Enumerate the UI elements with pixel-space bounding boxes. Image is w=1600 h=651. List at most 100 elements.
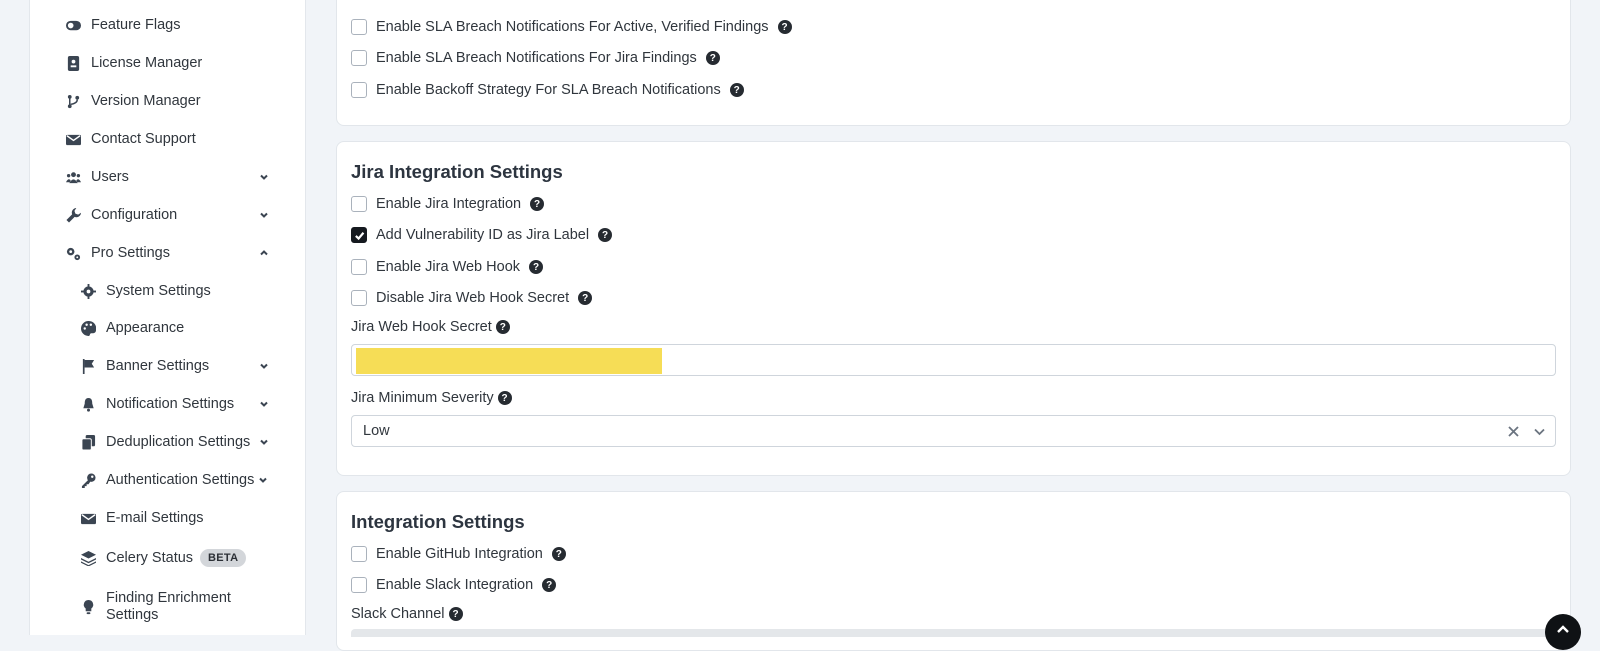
checkbox-label: Enable SLA Breach Notifications For Acti… <box>376 19 769 35</box>
slack-channel-input[interactable] <box>351 629 1556 637</box>
section-title: Integration Settings <box>351 511 525 532</box>
checkbox[interactable] <box>351 546 367 562</box>
sidebar-item-contact-support[interactable]: Contact Support <box>30 124 305 154</box>
copy-icon <box>80 434 96 450</box>
sla-settings-card: Enable SLA Breach Notifications For Acti… <box>336 0 1571 126</box>
enable-slack-integration-row[interactable]: Enable Slack Integration ? <box>351 575 557 595</box>
sidebar-item-feature-flags[interactable]: Feature Flags <box>30 10 305 40</box>
gear-icon <box>80 283 96 299</box>
layers-icon <box>80 550 96 566</box>
sla-backoff-strategy-row[interactable]: Enable Backoff Strategy For SLA Breach N… <box>351 80 744 100</box>
checkbox-label: Disable Jira Web Hook Secret <box>376 290 570 306</box>
sidebar-item-label: License Manager <box>91 55 203 71</box>
checkmark-icon <box>354 231 364 240</box>
web-hook-secret-input[interactable] <box>351 344 1556 376</box>
section-title: Jira Integration Settings <box>351 161 563 182</box>
sidebar-item-label: Configuration <box>91 207 178 223</box>
help-icon[interactable]: ? <box>777 20 792 34</box>
envelope-icon <box>80 510 96 526</box>
branch-icon <box>65 93 81 109</box>
sidebar-item-pro-settings[interactable]: Pro Settings <box>30 238 305 268</box>
chevron-down-icon <box>257 474 269 486</box>
sidebar-item-celery-status[interactable]: Celery Status BETA <box>30 543 305 573</box>
envelope-icon <box>65 131 81 147</box>
chevron-down-icon <box>258 360 270 372</box>
checkbox-label: Enable Backoff Strategy For SLA Breach N… <box>376 82 721 98</box>
sidebar-item-label: System Settings <box>106 283 211 299</box>
sidebar-item-license-manager[interactable]: License Manager <box>30 48 305 78</box>
key-icon <box>80 472 96 488</box>
chevron-down-icon <box>258 398 270 410</box>
checkbox[interactable] <box>351 577 367 593</box>
sidebar-item-label: Feature Flags <box>91 17 181 33</box>
field-label-text: Jira Web Hook Secret <box>351 319 492 335</box>
checkbox[interactable] <box>351 196 367 212</box>
web-hook-secret-label: Jira Web Hook Secret ? <box>351 319 510 335</box>
sla-active-verified-row[interactable]: Enable SLA Breach Notifications For Acti… <box>351 17 792 37</box>
chevron-down-icon <box>258 436 270 448</box>
users-icon <box>65 169 81 185</box>
sla-jira-findings-row[interactable]: Enable SLA Breach Notifications For Jira… <box>351 48 720 68</box>
add-vulnerability-id-row[interactable]: Add Vulnerability ID as Jira Label ? <box>351 225 613 245</box>
help-icon[interactable]: ? <box>598 228 613 242</box>
sidebar-item-finding-enrichment-settings[interactable]: Finding Enrichment Settings <box>30 587 305 627</box>
help-icon[interactable]: ? <box>551 547 566 561</box>
sidebar-item-label: E-mail Settings <box>106 510 204 526</box>
sidebar-item-label: Appearance <box>106 320 185 336</box>
sidebar: Feature Flags License Manager Version Ma… <box>29 0 306 635</box>
checkbox[interactable] <box>351 19 367 35</box>
sidebar-item-email-settings[interactable]: E-mail Settings <box>30 503 305 533</box>
help-icon[interactable]: ? <box>495 320 510 334</box>
checkbox-label: Enable GitHub Integration <box>376 546 543 562</box>
help-icon[interactable]: ? <box>729 83 744 97</box>
checkbox-checked[interactable] <box>351 227 367 243</box>
sidebar-item-label: Users <box>91 169 129 185</box>
help-icon[interactable]: ? <box>705 51 720 65</box>
chevron-down-icon <box>258 209 270 221</box>
jira-integration-card: Jira Integration Settings Enable Jira In… <box>336 141 1571 476</box>
sidebar-item-authentication-settings[interactable]: Authentication Settings <box>30 465 305 495</box>
help-icon[interactable]: ? <box>530 197 545 211</box>
checkbox[interactable] <box>351 50 367 66</box>
sidebar-item-appearance[interactable]: Appearance <box>30 313 305 343</box>
sidebar-item-notification-settings[interactable]: Notification Settings <box>30 389 305 419</box>
help-icon[interactable]: ? <box>578 291 593 305</box>
help-icon[interactable]: ? <box>448 607 463 621</box>
checkbox[interactable] <box>351 82 367 98</box>
help-icon[interactable]: ? <box>497 391 512 405</box>
sidebar-item-label: Pro Settings <box>91 245 170 261</box>
sidebar-item-users[interactable]: Users <box>30 162 305 192</box>
enable-jira-integration-row[interactable]: Enable Jira Integration ? <box>351 194 545 214</box>
beta-badge: BETA <box>200 549 247 567</box>
clear-icon[interactable] <box>1507 425 1520 438</box>
help-icon[interactable]: ? <box>542 578 557 592</box>
enable-jira-web-hook-row[interactable]: Enable Jira Web Hook ? <box>351 257 544 277</box>
sidebar-item-configuration[interactable]: Configuration <box>30 200 305 230</box>
sidebar-item-label: Banner Settings <box>106 358 210 374</box>
sidebar-item-system-settings[interactable]: System Settings <box>30 276 305 306</box>
sidebar-item-banner-settings[interactable]: Banner Settings <box>30 351 305 381</box>
chevron-down-icon[interactable] <box>1533 425 1546 438</box>
disable-jira-web-hook-secret-row[interactable]: Disable Jira Web Hook Secret ? <box>351 288 593 308</box>
checkbox-label: Add Vulnerability ID as Jira Label <box>376 227 590 243</box>
sidebar-item-label: Finding Enrichment Settings <box>106 590 231 623</box>
minimum-severity-label: Jira Minimum Severity ? <box>351 390 512 406</box>
checkbox[interactable] <box>351 259 367 275</box>
checkbox-label: Enable Jira Integration <box>376 196 522 212</box>
bell-icon <box>80 396 96 412</box>
checkbox-label: Enable SLA Breach Notifications For Jira… <box>376 50 697 66</box>
checkbox[interactable] <box>351 290 367 306</box>
enable-github-integration-row[interactable]: Enable GitHub Integration ? <box>351 544 566 564</box>
minimum-severity-select[interactable]: Low <box>351 415 1556 447</box>
sidebar-item-label: Deduplication Settings <box>106 434 251 450</box>
sidebar-item-label: Contact Support <box>91 131 196 147</box>
slack-channel-label: Slack Channel ? <box>351 606 463 622</box>
help-icon[interactable]: ? <box>529 260 544 274</box>
checkbox-label: Enable Slack Integration <box>376 577 534 593</box>
select-value: Low <box>363 423 390 439</box>
sidebar-item-version-manager[interactable]: Version Manager <box>30 86 305 116</box>
field-label-text: Slack Channel <box>351 606 445 622</box>
sidebar-item-deduplication-settings[interactable]: Deduplication Settings <box>30 427 305 457</box>
scroll-to-top-button[interactable] <box>1545 614 1581 650</box>
wrench-icon <box>65 207 81 223</box>
